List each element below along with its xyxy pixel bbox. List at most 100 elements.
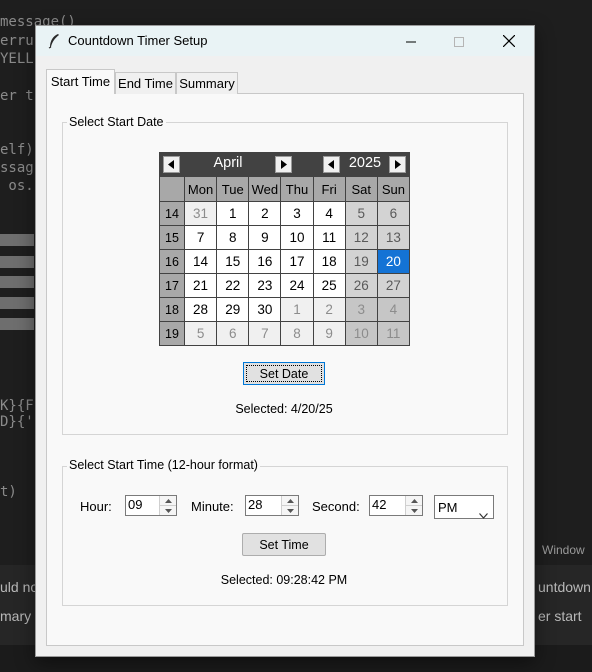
bg-ascii-block: [0, 276, 34, 288]
calendar-grid: Mon Tue Wed Thu Fri Sat Sun 14 31 1 2 3 4 5 6 15…: [160, 177, 409, 345]
tab-summary[interactable]: Summary: [176, 72, 238, 94]
bg-code-line: erru: [0, 33, 34, 49]
second-spinbox[interactable]: 42: [369, 495, 423, 516]
calendar-day[interactable]: 2: [313, 298, 345, 321]
weekday-header: Fri: [313, 177, 345, 201]
calendar-day[interactable]: 31: [185, 202, 217, 225]
calendar-day[interactable]: 2: [249, 202, 281, 225]
calendar-day[interactable]: 9: [313, 322, 345, 345]
calendar-day[interactable]: 26: [345, 274, 377, 297]
calendar-day[interactable]: 10: [345, 322, 377, 345]
hour-label: Hour:: [80, 499, 112, 514]
calendar-day[interactable]: 1: [281, 298, 313, 321]
second-label: Second:: [312, 499, 360, 514]
calendar-day[interactable]: 8: [217, 226, 249, 249]
bg-strip-text: untdown: [538, 579, 591, 595]
calendar-day[interactable]: 21: [185, 274, 217, 297]
hour-value: 09: [128, 497, 143, 512]
arrow-left-icon: [168, 160, 175, 169]
calendar-day-selected[interactable]: 20: [377, 250, 409, 273]
calendar-day[interactable]: 14: [185, 250, 217, 273]
calendar-day[interactable]: 5: [345, 202, 377, 225]
tab-start-time[interactable]: Start Time: [46, 69, 115, 94]
minute-label: Minute:: [191, 499, 234, 514]
calendar-day[interactable]: 27: [377, 274, 409, 297]
calendar-day[interactable]: 28: [185, 298, 217, 321]
maximize-icon: [454, 32, 464, 51]
calendar-day[interactable]: 8: [281, 322, 313, 345]
prev-month-button[interactable]: [163, 156, 180, 173]
weekday-header: Thu: [281, 177, 313, 201]
arrow-left-icon: [328, 160, 335, 169]
set-date-button[interactable]: Set Date: [243, 362, 325, 385]
feather-icon: [46, 33, 62, 49]
spin-down-icon[interactable]: [406, 506, 422, 515]
calendar-day[interactable]: 6: [217, 322, 249, 345]
maximize-button[interactable]: [436, 26, 482, 56]
bg-ascii-block: [0, 256, 34, 268]
calendar-day[interactable]: 17: [281, 250, 313, 273]
calendar-day[interactable]: 7: [249, 322, 281, 345]
calendar-day[interactable]: 9: [249, 226, 281, 249]
calendar-day[interactable]: 11: [313, 226, 345, 249]
week-number: 14: [160, 202, 184, 225]
calendar-day[interactable]: 6: [377, 202, 409, 225]
selected-date-text: Selected: 4/20/25: [235, 402, 333, 416]
spin-up-icon[interactable]: [282, 496, 298, 506]
next-year-button[interactable]: [389, 156, 406, 173]
hour-spinbox[interactable]: 09: [125, 495, 177, 516]
spin-down-icon[interactable]: [160, 506, 176, 515]
bg-ascii-block: [0, 234, 34, 246]
calendar-day[interactable]: 4: [313, 202, 345, 225]
bg-strip-text: er start: [538, 608, 582, 624]
calendar-day[interactable]: 13: [377, 226, 409, 249]
arrow-right-icon: [280, 160, 287, 169]
hour-spin-arrows: [159, 496, 176, 515]
bg-code-line: ssag: [0, 160, 34, 176]
prev-year-button[interactable]: [323, 156, 340, 173]
ampm-select[interactable]: PM: [434, 495, 494, 519]
calendar-day[interactable]: 19: [345, 250, 377, 273]
calendar-day[interactable]: 12: [345, 226, 377, 249]
calendar-header: April 2025: [160, 153, 409, 177]
calendar-day[interactable]: 25: [313, 274, 345, 297]
bg-ascii-block: [0, 297, 34, 309]
bg-code-line: er t: [0, 88, 34, 104]
calendar-day[interactable]: 5: [185, 322, 217, 345]
bg-code-line: t): [0, 484, 17, 500]
calendar-day[interactable]: 15: [217, 250, 249, 273]
week-number: 17: [160, 274, 184, 297]
calendar-day[interactable]: 29: [217, 298, 249, 321]
weekday-header: Sat: [345, 177, 377, 201]
calendar-day[interactable]: 4: [377, 298, 409, 321]
spin-up-icon[interactable]: [406, 496, 422, 506]
selected-time-text: Selected: 09:28:42 PM: [220, 573, 348, 587]
chevron-down-icon: [479, 504, 488, 523]
calendar-day[interactable]: 3: [345, 298, 377, 321]
calendar-day[interactable]: 11: [377, 322, 409, 345]
week-number: 16: [160, 250, 184, 273]
bg-strip-text: mary: [0, 608, 32, 624]
tab-end-time[interactable]: End Time: [115, 72, 176, 94]
spin-down-icon[interactable]: [282, 506, 298, 515]
spin-up-icon[interactable]: [160, 496, 176, 506]
bg-strip-text: uld no: [0, 579, 39, 595]
close-button[interactable]: [486, 26, 532, 56]
countdown-timer-window: Countdown Timer Setup Start Time End Tim…: [35, 25, 535, 657]
minute-spinbox[interactable]: 28: [245, 495, 299, 516]
minimize-button[interactable]: [388, 26, 434, 56]
calendar-day[interactable]: 23: [249, 274, 281, 297]
next-month-button[interactable]: [275, 156, 292, 173]
calendar-day[interactable]: 3: [281, 202, 313, 225]
calendar-day[interactable]: 7: [185, 226, 217, 249]
calendar-day[interactable]: 16: [249, 250, 281, 273]
title-bar[interactable]: Countdown Timer Setup: [36, 26, 534, 56]
calendar-day[interactable]: 24: [281, 274, 313, 297]
calendar-day[interactable]: 10: [281, 226, 313, 249]
set-time-button[interactable]: Set Time: [242, 533, 326, 556]
calendar-year: 2025: [348, 155, 382, 171]
calendar-day[interactable]: 22: [217, 274, 249, 297]
calendar-day[interactable]: 30: [249, 298, 281, 321]
calendar-day[interactable]: 1: [217, 202, 249, 225]
calendar-day[interactable]: 18: [313, 250, 345, 273]
